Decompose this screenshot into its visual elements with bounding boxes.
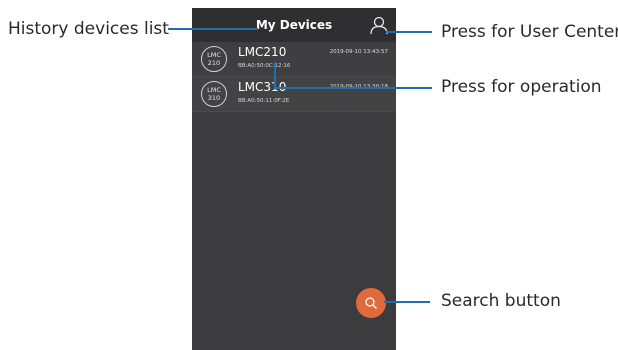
- search-icon: [365, 297, 377, 309]
- search-button[interactable]: [356, 288, 386, 318]
- device-row[interactable]: LMC 310 LMC310 BB:A0:50:11:0F:2E 2019-09…: [192, 77, 396, 112]
- annotation-history: History devices list: [8, 19, 169, 39]
- annotation-user-center: Press for User Center: [441, 22, 618, 42]
- badge-bottom: 210: [207, 59, 221, 67]
- annotation-search: Search button: [441, 291, 561, 311]
- device-badge: LMC 210: [201, 46, 227, 72]
- badge-top: LMC: [207, 51, 221, 59]
- callout-line-history: [168, 28, 258, 30]
- device-row[interactable]: LMC 210 LMC210 BB:A0:50:0C:12:16 2019-09…: [192, 42, 396, 77]
- top-bar: My Devices: [192, 8, 396, 42]
- badge-top: LMC: [207, 86, 221, 94]
- badge-bottom: 310: [207, 94, 221, 102]
- callout-line-search: [384, 301, 430, 303]
- callout-line-user-center: [386, 31, 432, 33]
- phone-screen: My Devices LMC 210 LMC210 BB:A0:50:0C:12…: [192, 8, 396, 350]
- annotation-operation: Press for operation: [441, 77, 602, 97]
- device-time: 2019-09-10 13:43:57: [329, 49, 388, 55]
- callout-line-operation-horizontal: [274, 87, 432, 89]
- callout-line-operation-vertical: [274, 62, 276, 88]
- device-list: LMC 210 LMC210 BB:A0:50:0C:12:16 2019-09…: [192, 42, 396, 112]
- device-name: LMC210: [238, 45, 287, 59]
- device-mac: BB:A0:50:11:0F:2E: [238, 98, 290, 104]
- device-mac: BB:A0:50:0C:12:16: [238, 63, 291, 69]
- device-badge: LMC 310: [201, 81, 227, 107]
